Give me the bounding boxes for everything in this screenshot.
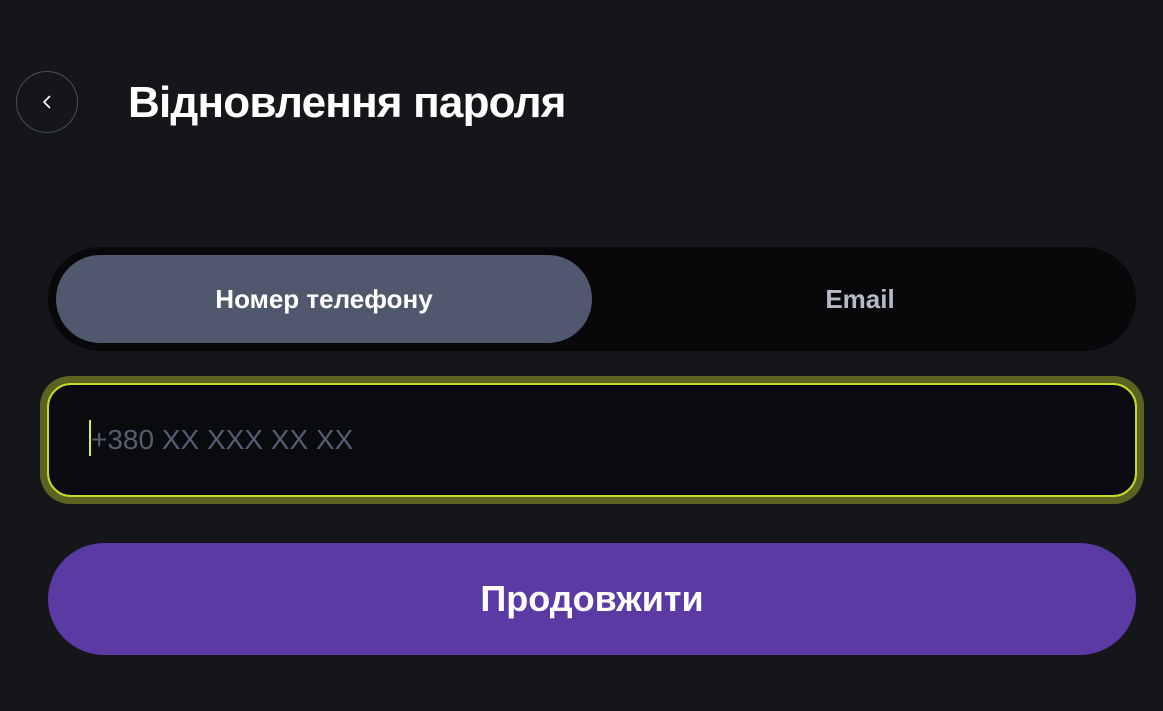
continue-button[interactable]: Продовжити	[48, 543, 1136, 655]
text-caret	[89, 420, 91, 456]
chevron-left-icon	[39, 94, 55, 110]
recovery-method-switch: Номер телефону Email	[48, 247, 1136, 351]
phone-input[interactable]	[49, 385, 1135, 495]
tab-phone-number[interactable]: Номер телефону	[56, 255, 592, 343]
phone-field-focus-ring	[40, 376, 1144, 504]
tab-email[interactable]: Email	[592, 255, 1128, 343]
phone-field	[47, 383, 1137, 497]
back-button[interactable]	[16, 71, 78, 133]
page-title: Відновлення пароля	[128, 78, 566, 127]
